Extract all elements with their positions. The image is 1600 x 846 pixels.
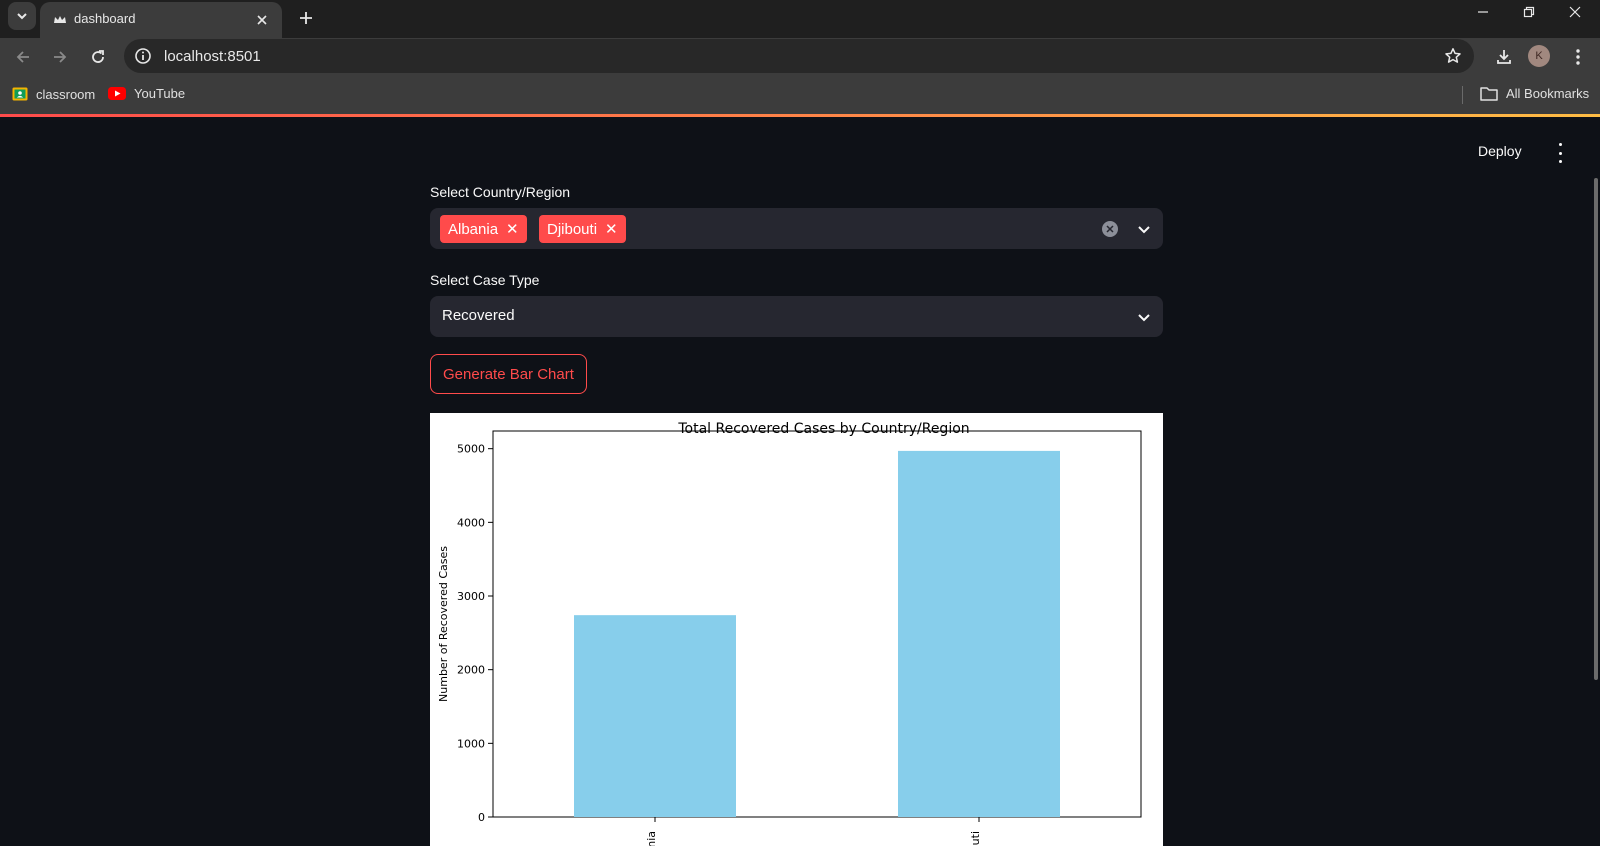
browser-toolbar: localhost:8501 K — [0, 38, 1600, 76]
app-header-decoration — [0, 114, 1600, 117]
arrow-left-icon — [16, 51, 29, 63]
case-type-label: Select Case Type — [430, 272, 540, 288]
all-bookmarks-label: All Bookmarks — [1506, 86, 1590, 101]
back-button[interactable] — [9, 43, 37, 71]
classroom-icon — [12, 87, 28, 101]
bookmark-label: classroom — [36, 86, 96, 102]
close-icon[interactable] — [254, 12, 270, 28]
arrow-right-icon — [54, 51, 67, 63]
bars: Albania Djibouti — [574, 450, 1060, 846]
tab-search-button[interactable] — [8, 2, 36, 30]
url-text: localhost:8501 — [164, 48, 261, 65]
close-icon — [1569, 6, 1581, 18]
y-tick-label: 5000 — [457, 443, 485, 456]
y-tick-label: 1000 — [457, 737, 485, 750]
chevron-down-icon[interactable] — [1136, 309, 1152, 325]
browser-menu-button[interactable] — [1564, 43, 1592, 71]
reload-button[interactable] — [84, 43, 112, 71]
folder-icon — [1480, 87, 1498, 101]
minimize-button[interactable] — [1460, 0, 1506, 24]
scrollbar[interactable] — [1594, 178, 1598, 680]
tab-dashboard[interactable]: dashboard — [40, 2, 282, 38]
selected-chip-djibouti: Djibouti ✕ — [539, 215, 626, 243]
chevron-down-icon — [17, 13, 27, 20]
x-tick-label: Albania — [645, 831, 658, 846]
y-tick-label: 3000 — [457, 590, 485, 603]
country-multiselect[interactable]: Albania ✕ Djibouti ✕ ✕ — [430, 208, 1163, 249]
downloads-button[interactable] — [1490, 43, 1518, 71]
chip-label: Albania — [448, 220, 499, 238]
youtube-icon — [108, 87, 126, 100]
download-icon — [1497, 50, 1511, 64]
new-tab-button[interactable] — [294, 6, 318, 30]
bar-chart: Total Recovered Cases by Country/Region … — [430, 413, 1163, 846]
remove-chip-icon[interactable]: ✕ — [506, 222, 519, 237]
vertical-dots-icon — [1576, 49, 1580, 65]
bar-djibouti — [898, 450, 1060, 817]
bookmarks-bar: classroom YouTube All Bookmarks — [0, 76, 1600, 114]
y-tick-label: 2000 — [457, 664, 485, 677]
clear-all-icon[interactable]: ✕ — [1102, 221, 1118, 237]
star-icon[interactable] — [1444, 47, 1462, 65]
deploy-button[interactable]: Deploy — [1478, 143, 1522, 159]
bookmark-classroom[interactable]: classroom — [12, 86, 95, 102]
generate-bar-chart-button[interactable]: Generate Bar Chart — [430, 354, 587, 394]
reload-icon — [92, 50, 104, 63]
x-tick-label: Djibouti — [969, 831, 982, 846]
minimize-icon — [1478, 11, 1488, 13]
tab-title: dashboard — [74, 11, 136, 26]
restore-button[interactable] — [1506, 0, 1552, 24]
country-select-label: Select Country/Region — [430, 184, 571, 200]
remove-chip-icon[interactable]: ✕ — [605, 222, 618, 237]
restore-icon — [1523, 6, 1535, 18]
all-bookmarks-button[interactable]: All Bookmarks — [1480, 86, 1589, 101]
forward-button[interactable] — [46, 43, 74, 71]
case-type-select[interactable]: Recovered — [430, 296, 1163, 337]
site-info-icon[interactable] — [134, 47, 152, 65]
close-window-button[interactable] — [1552, 0, 1598, 24]
y-axis: 0 1000 2000 3000 4000 5000 — [457, 443, 493, 824]
bookmarks-divider — [1462, 86, 1463, 104]
chip-label: Djibouti — [547, 220, 598, 238]
y-tick-label: 4000 — [457, 516, 485, 529]
chevron-down-icon[interactable] — [1136, 221, 1152, 237]
chart-title: Total Recovered Cases by Country/Region — [677, 421, 969, 437]
bar-albania — [574, 615, 736, 817]
streamlit-crown-icon — [54, 16, 66, 23]
bookmark-youtube[interactable]: YouTube — [108, 86, 185, 101]
plus-icon — [300, 12, 312, 24]
case-type-value: Recovered — [442, 307, 515, 324]
app-menu-button[interactable] — [1552, 143, 1568, 163]
tab-strip: dashboard — [0, 0, 1600, 38]
address-bar[interactable]: localhost:8501 — [124, 39, 1474, 73]
bar-chart-svg: Total Recovered Cases by Country/Region … — [437, 421, 1142, 846]
chart-y-axis-label: Number of Recovered Cases — [437, 546, 450, 702]
y-tick-label: 0 — [478, 811, 485, 824]
bookmark-label: YouTube — [134, 86, 186, 101]
selected-chip-albania: Albania ✕ — [440, 215, 527, 243]
profile-avatar[interactable]: K — [1528, 45, 1550, 67]
